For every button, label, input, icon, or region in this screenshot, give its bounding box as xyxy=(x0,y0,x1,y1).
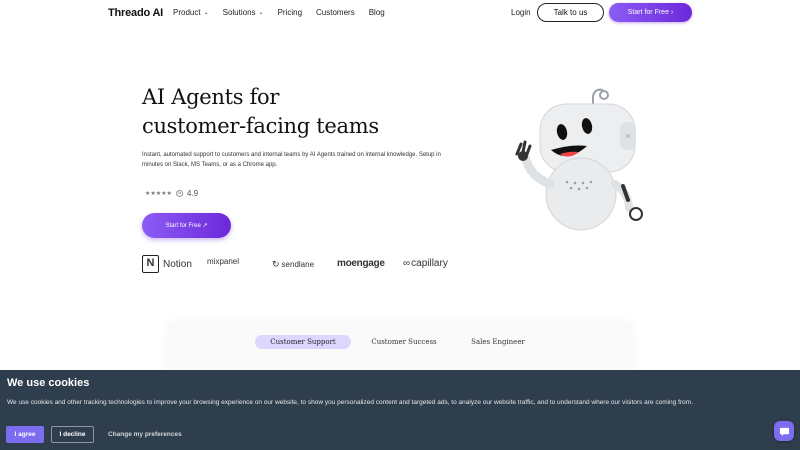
start-for-free-hero-button[interactable]: Start for Free ↗ xyxy=(142,213,231,238)
top-nav: Threado AI Product ⌄ Solutions ⌄ Pricing… xyxy=(0,0,800,26)
sendlane-logo-text: sendlane xyxy=(281,260,315,269)
nav-item-label: Blog xyxy=(368,8,385,17)
agree-button[interactable]: I agree xyxy=(6,426,44,443)
tab-customer-success[interactable]: Customer Success xyxy=(358,335,450,349)
rating-value: 4.9 xyxy=(186,189,199,198)
nav-item-label: Customers xyxy=(316,8,355,17)
sendlane-icon: ↻ xyxy=(272,259,280,269)
chevron-down-icon: ⌄ xyxy=(258,10,264,16)
tab-sales-engineer[interactable]: Sales Engineer xyxy=(455,335,541,349)
capillary-logo: ∞ capillary xyxy=(403,258,448,269)
chat-icon xyxy=(779,427,789,436)
moengage-logo-text: moengage xyxy=(337,258,385,269)
role-tabs: Customer Support Customer Success Sales … xyxy=(250,332,548,352)
capillary-logo-text: capillary xyxy=(411,258,448,269)
login-link[interactable]: Login xyxy=(511,8,531,17)
nav-item-solutions[interactable]: Solutions ⌄ xyxy=(223,8,264,17)
nav-item-label: Product xyxy=(173,8,201,17)
moengage-logo: moengage xyxy=(337,258,385,269)
g2-icon: G xyxy=(175,190,183,197)
hero-title: AI Agents for customer-facing teams xyxy=(142,83,379,141)
talk-to-us-button[interactable]: Talk to us xyxy=(537,3,604,22)
hero-title-line1: AI Agents for xyxy=(142,85,280,109)
mixpanel-logo: mixpanel xyxy=(207,257,239,266)
nav-item-blog[interactable]: Blog xyxy=(369,8,385,17)
cookie-banner: We use cookies We use cookies and other … xyxy=(0,370,800,450)
change-preferences-button[interactable]: Change my preferences xyxy=(108,431,182,438)
notion-icon: N xyxy=(142,255,159,273)
sendlane-logo: ↻ sendlane xyxy=(272,259,314,270)
hero-title-line2: customer-facing teams xyxy=(142,114,379,138)
chevron-down-icon: ⌄ xyxy=(203,10,209,16)
hero-subtitle: Instant, automated support to customers … xyxy=(142,152,441,168)
notion-logo-text: Notion xyxy=(163,258,192,270)
tab-customer-support[interactable]: Customer Support xyxy=(255,335,351,349)
nav-item-label: Solutions xyxy=(222,8,256,17)
decline-button[interactable]: I decline xyxy=(51,426,94,443)
start-for-free-nav-button[interactable]: Start for Free › xyxy=(609,3,692,22)
nav-item-customers[interactable]: Customers xyxy=(316,8,355,17)
chat-widget-button[interactable] xyxy=(774,421,794,441)
nav-item-label: Pricing xyxy=(277,8,303,17)
nav-item-product[interactable]: Product ⌄ xyxy=(173,8,209,17)
cookie-title: We use cookies xyxy=(7,377,90,389)
rating: ★★★★★ G 4.9 xyxy=(145,189,198,198)
robot-mascot-illustration xyxy=(515,88,643,231)
capillary-icon: ∞ xyxy=(403,258,411,269)
nav-links: Product ⌄ Solutions ⌄ Pricing Customers … xyxy=(173,8,399,17)
notion-logo: N Notion xyxy=(142,255,192,273)
cookie-text: We use cookies and other tracking techno… xyxy=(7,399,693,406)
nav-item-pricing[interactable]: Pricing xyxy=(278,8,302,17)
star-rating-icon: ★★★★★ xyxy=(145,191,172,197)
brand-logo[interactable]: Threado AI xyxy=(108,7,163,19)
mixpanel-logo-text: mixpanel xyxy=(207,257,240,266)
